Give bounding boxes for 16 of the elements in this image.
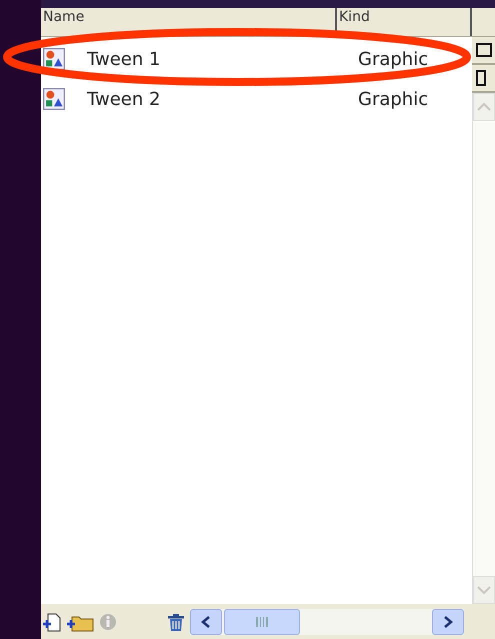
- scroll-right-button[interactable]: [432, 608, 464, 634]
- column-header[interactable]: Name: [41, 8, 337, 36]
- symbol-kind: Graphic: [358, 48, 428, 70]
- chevron-left-icon: [200, 614, 212, 628]
- symbol-name: Tween 2: [87, 88, 162, 110]
- new-symbol-icon[interactable]: [42, 610, 62, 632]
- graphic-symbol-icon: [43, 48, 65, 70]
- scrollbar-thumb[interactable]: [224, 608, 300, 634]
- graphic-symbol-icon: [43, 88, 65, 110]
- wide-view-button[interactable]: [472, 37, 495, 65]
- column-header[interactable]: Kind: [337, 8, 472, 36]
- chevron-right-icon: [442, 614, 454, 628]
- narrow-view-button[interactable]: [472, 65, 495, 93]
- scroll-left-button[interactable]: [190, 608, 222, 634]
- symbol-kind: Graphic: [358, 88, 428, 110]
- symbol-name: Tween 1: [87, 48, 162, 70]
